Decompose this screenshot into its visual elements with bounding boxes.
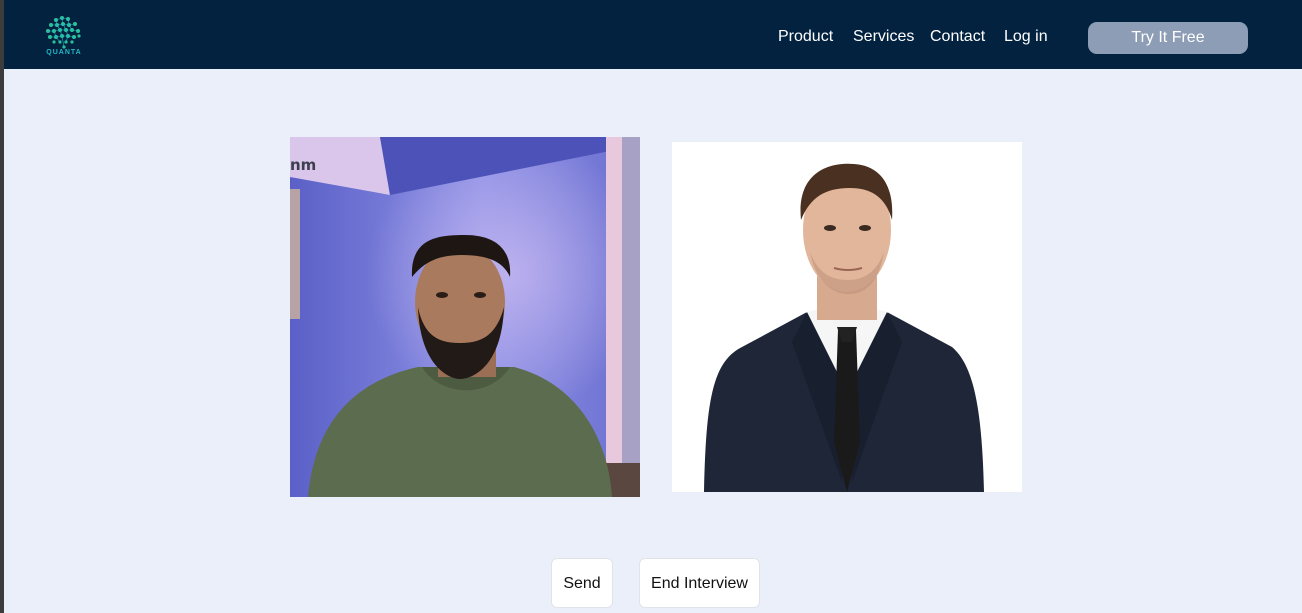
ai-interviewer-image	[672, 142, 1022, 492]
app-page: QUANTA Product Services Contact Log in T…	[4, 0, 1302, 613]
top-navbar: QUANTA Product Services Contact Log in T…	[4, 0, 1302, 69]
end-interview-button[interactable]: End Interview	[639, 558, 760, 608]
nav-link-product[interactable]: Product	[778, 28, 833, 46]
nav-link-contact[interactable]: Contact	[930, 28, 985, 46]
webcam-overlay-text: nm	[290, 156, 316, 174]
nav-link-services[interactable]: Services	[853, 28, 914, 46]
send-button[interactable]: Send	[551, 558, 613, 608]
user-webcam-image: nm	[290, 137, 640, 497]
logo-wordmark: QUANTA	[46, 49, 82, 56]
user-webcam-feed: nm	[290, 137, 640, 497]
try-it-free-button[interactable]: Try It Free	[1088, 22, 1248, 54]
nav-link-login[interactable]: Log in	[1004, 28, 1048, 46]
ai-interviewer-feed	[672, 142, 1022, 492]
